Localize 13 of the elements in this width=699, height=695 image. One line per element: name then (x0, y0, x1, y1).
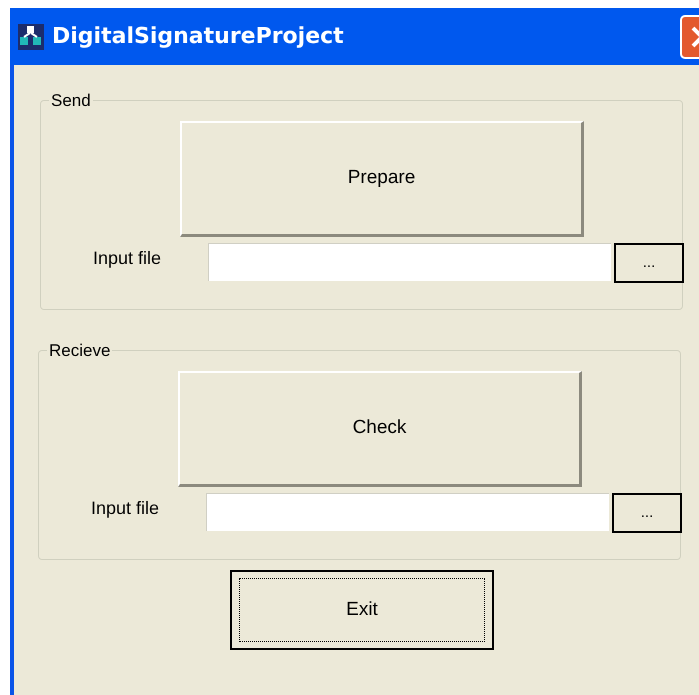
input-label: Input file (93, 247, 162, 270)
group-title: Recieve (48, 342, 112, 359)
browse-button[interactable]: ... (614, 243, 684, 283)
input-label: Input file (91, 497, 160, 520)
exit-button[interactable]: Exit (230, 570, 494, 650)
app-icon (18, 24, 44, 50)
action-button[interactable]: Prepare (180, 121, 584, 237)
window-title: DigitalSignatureProject (52, 23, 344, 51)
action-button[interactable]: Check (178, 371, 582, 487)
file-input-field[interactable] (206, 493, 609, 531)
group-title: Send (50, 92, 92, 109)
browse-button[interactable]: ... (612, 493, 682, 533)
file-input-field[interactable] (208, 243, 611, 281)
